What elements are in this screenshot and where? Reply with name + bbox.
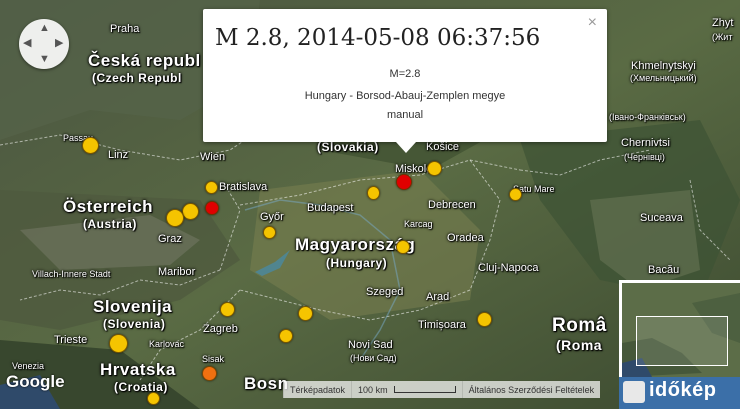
city-arad: Arad [426,291,450,303]
city-graz: Graz [158,233,182,245]
city-villach: Villach-Innere Stadt [32,269,111,279]
close-icon[interactable]: × [588,14,597,32]
map-attribution: Térképadatok 100 km Általános Szerződési… [283,381,601,398]
city-budapest: Budapest [307,202,354,214]
quake-marker[interactable] [279,329,293,343]
country-czech-en: (Czech Republ [92,71,182,85]
scale-label: 100 km [358,384,388,395]
pan-down-icon[interactable]: ▼ [39,54,50,65]
city-szeged: Szeged [366,286,404,298]
city-bratislava: Bratislava [219,181,268,193]
popup-location: Hungary - Borsod-Abauj-Zemplen megye [304,90,506,102]
quake-marker[interactable] [396,240,410,254]
quake-marker[interactable] [82,137,99,154]
city-venezia: Venezia [12,361,45,371]
city-chernivtsi: Chernivtsi [621,137,670,149]
city-maribor: Maribor [158,266,196,278]
overview-viewport[interactable] [636,316,728,366]
country-croatia: Hrvatska [100,360,176,379]
city-khmelnytskyi: Khmelnytskyi [631,60,696,72]
country-bosnia: Bosn [244,374,289,393]
city-timisoara: Timișoara [418,319,466,331]
idokep-logo[interactable]: időkép [619,377,740,409]
city-praha: Praha [110,23,140,35]
city-karlovac: Karlovac [149,339,185,349]
info-window: M 2.8, 2014-05-08 06:37:56 × M=2.8 Hunga… [203,9,607,153]
quake-marker-medium[interactable] [202,366,217,381]
country-czech: Česká republ [88,51,201,70]
pan-control[interactable]: ▲ ▼ ◀ ▶ [19,19,69,69]
scale-control: 100 km [351,381,462,398]
city-chernivtsi-cyr: (Чернівці) [624,152,665,162]
quake-marker[interactable] [147,392,160,405]
city-wien: Wien [200,151,226,163]
quake-marker[interactable] [477,312,492,327]
city-zhyt: Zhyt [712,17,734,29]
popup-title: M 2.8, 2014-05-08 06:37:56 [215,25,541,51]
city-gyor: Győr [260,211,284,223]
scale-bar [393,386,456,393]
city-ivano-cyr: (Івано-Франківськ) [609,112,686,122]
popup-magnitude: M=2.8 [389,68,421,80]
pan-up-icon[interactable]: ▲ [39,23,50,34]
country-slovenia-en: (Slovenia) [103,317,166,331]
quake-marker[interactable] [298,306,313,321]
quake-marker[interactable] [182,203,199,220]
quake-marker-selected[interactable] [205,201,219,215]
country-slovenia: Slovenija [93,297,173,316]
quake-marker[interactable] [205,181,218,194]
overview-map-view[interactable] [622,283,740,377]
city-debrecen: Debrecen [428,199,476,211]
popup-method: manual [386,109,424,121]
city-oradea: Oradea [447,232,484,244]
overview-map[interactable]: időkép [619,280,740,409]
quake-marker[interactable] [109,334,128,353]
city-suceava: Suceava [640,212,683,224]
city-khmelnytskyi-cyr: (Хмельницький) [630,73,697,83]
city-novisad-cyr: (Нови Сад) [350,353,397,363]
quake-marker-active[interactable] [396,174,412,190]
map-canvas[interactable]: Praha Česká republ (Czech Republ Passau … [0,0,740,409]
country-austria-en: (Austria) [83,217,137,231]
city-sisak: Sisak [202,354,225,364]
quake-marker[interactable] [367,186,380,200]
city-linz: Linz [108,149,129,161]
city-zagreb: Zagreb [203,323,238,335]
quake-marker[interactable] [427,161,442,176]
quake-marker[interactable] [263,226,276,239]
pan-right-icon[interactable]: ▶ [55,38,63,49]
country-slovakia-en: (Slovakia) [317,140,379,154]
quake-marker[interactable] [166,209,184,227]
city-cluj: Cluj-Napoca [478,262,539,274]
city-trieste: Trieste [54,334,88,346]
terms-link[interactable]: Általános Szerződési Feltételek [461,381,601,398]
city-karcag: Karcag [404,219,433,229]
city-zhyt-cyr: (Жит [712,32,733,42]
country-romania: Româ [552,315,607,336]
quake-marker[interactable] [220,302,235,317]
map-data-link[interactable]: Térképadatok [283,381,352,398]
idokep-icon [623,381,645,403]
google-logo[interactable]: Google [6,372,65,392]
country-croatia-en: (Croatia) [114,380,168,394]
pan-left-icon[interactable]: ◀ [23,38,31,49]
idokep-logo-text: időkép [649,379,717,401]
country-hungary-en: (Hungary) [326,256,388,270]
city-kosice: Košice [426,141,460,153]
city-novisad: Novi Sad [348,339,393,351]
country-austria: Österreich [63,197,154,216]
city-bacau: Bacău [648,264,680,276]
quake-marker[interactable] [509,188,522,201]
country-romania-en: (Roma [556,337,603,353]
